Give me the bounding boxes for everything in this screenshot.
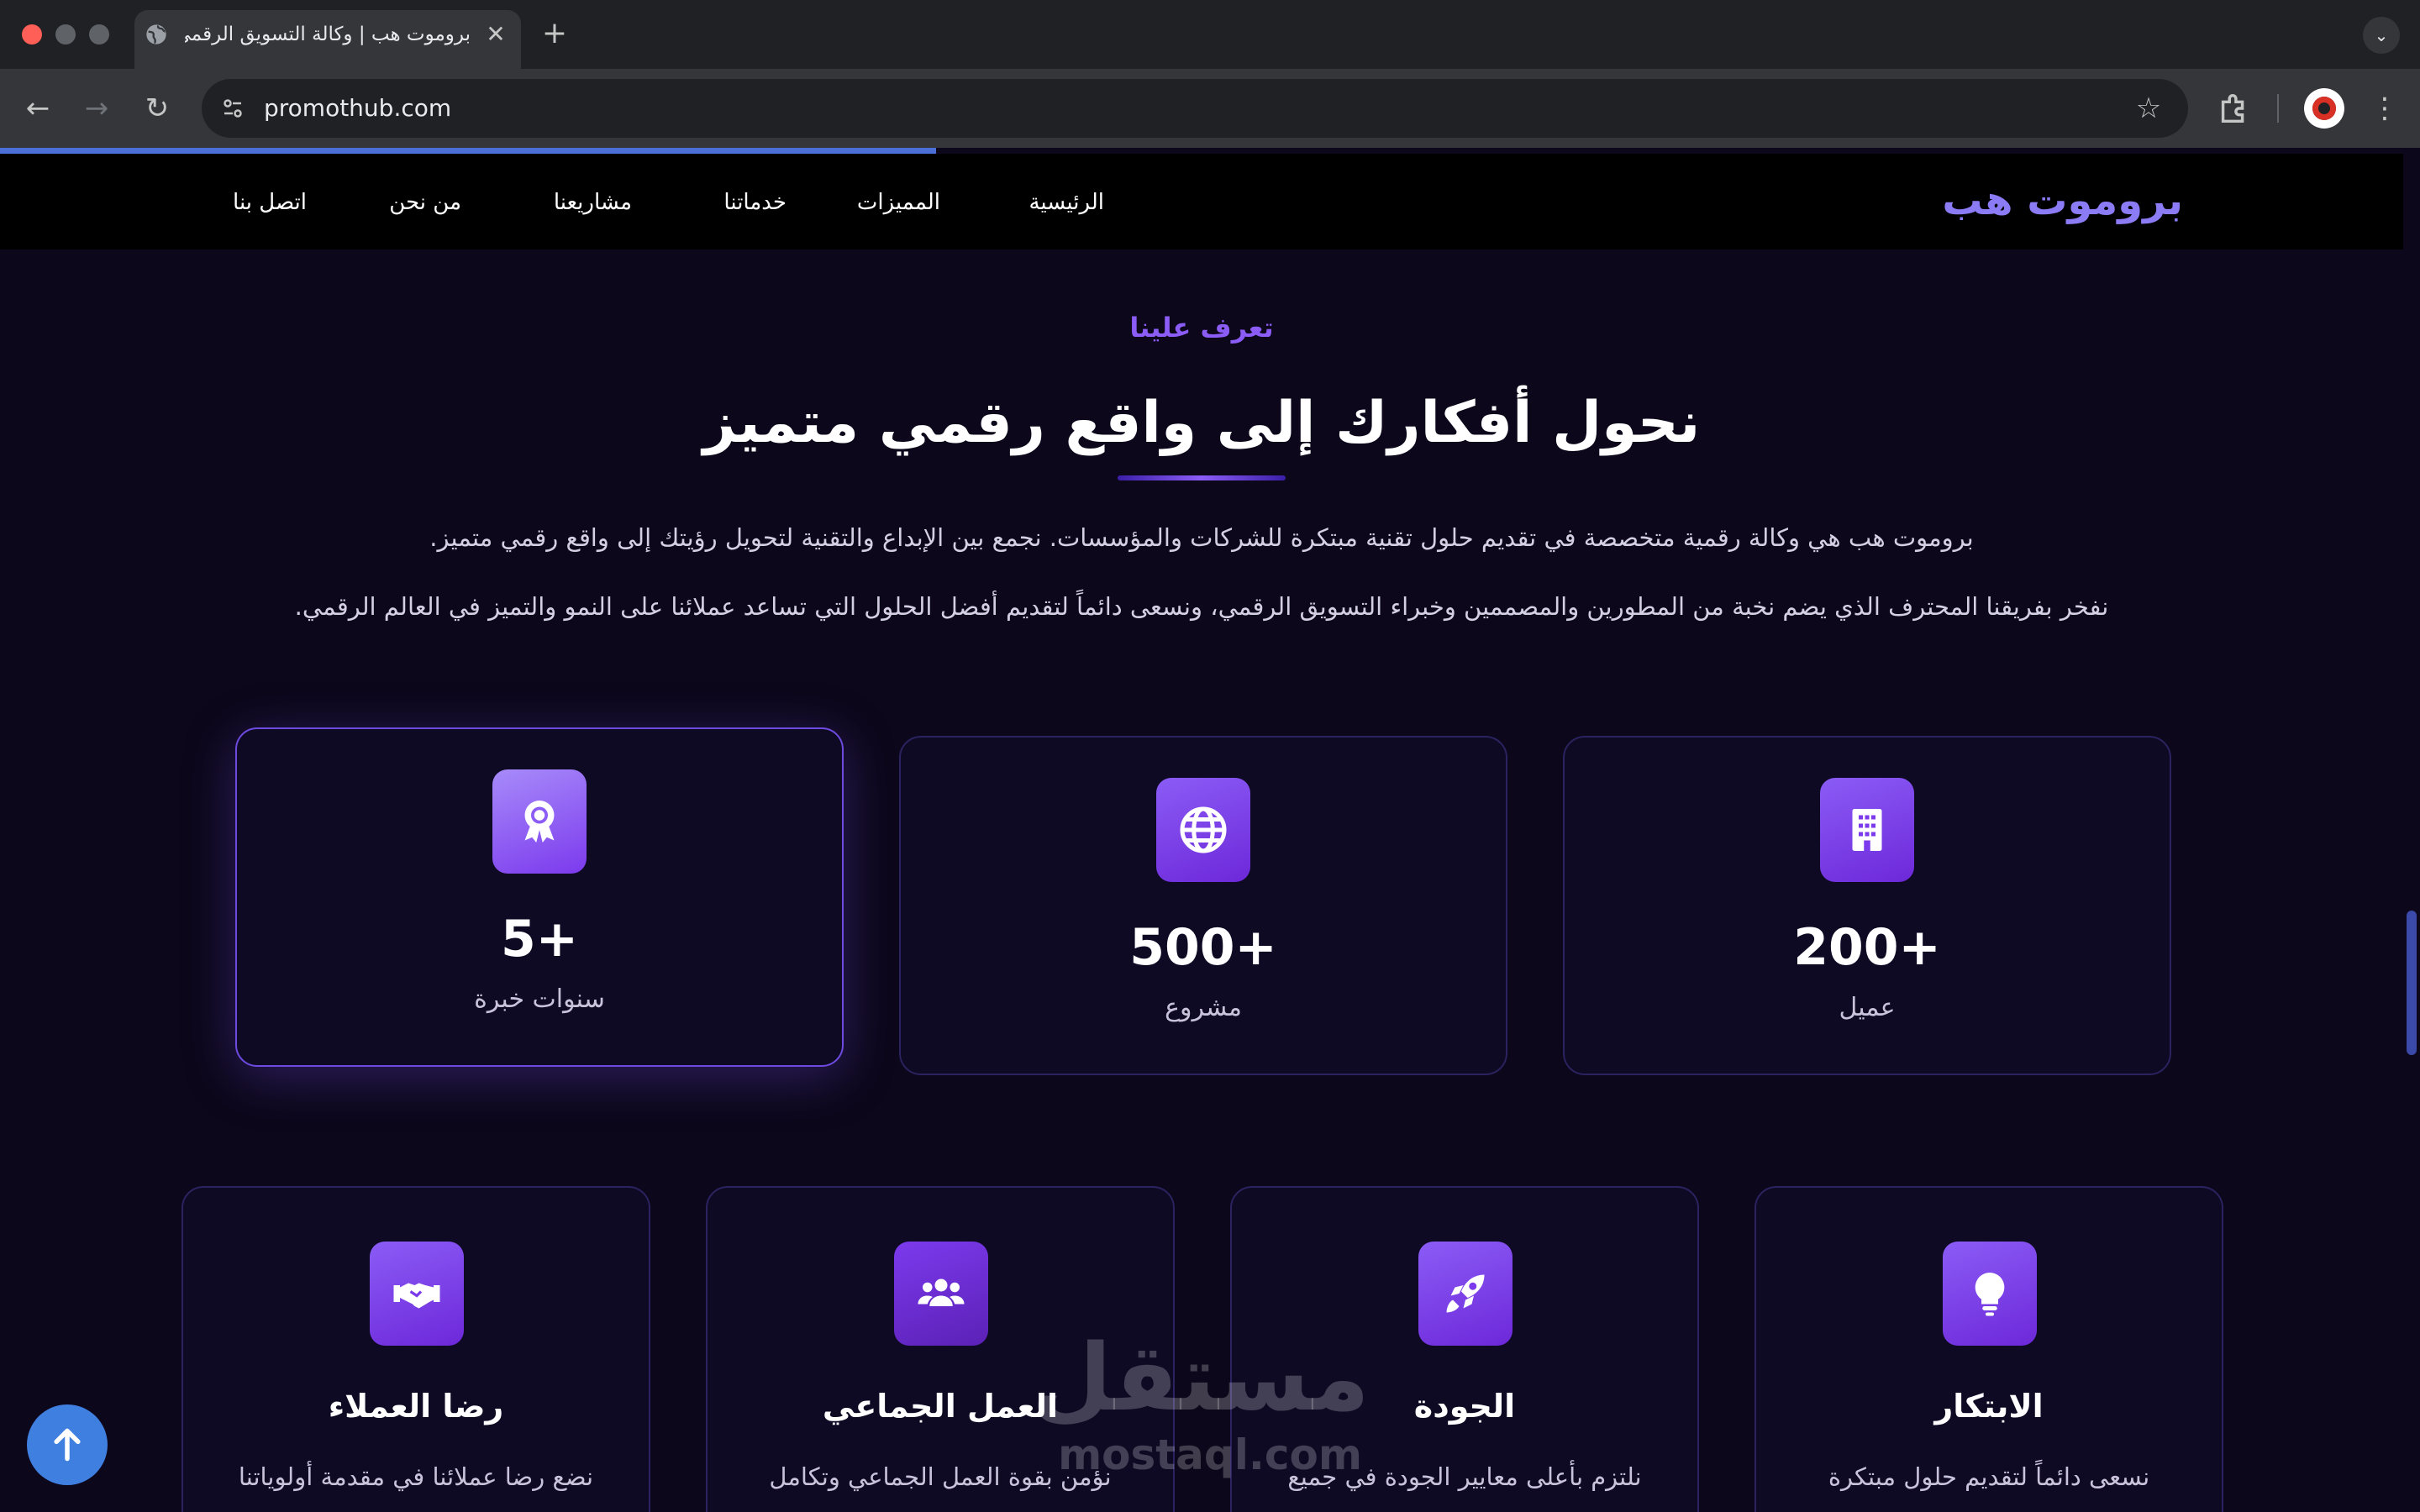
section-headline: نحول أفكارك إلى واقع رقمي متميز bbox=[702, 390, 1701, 456]
profile-icon[interactable] bbox=[2304, 88, 2344, 129]
nav-services[interactable]: خدماتنا bbox=[723, 186, 786, 219]
tab-close-button[interactable]: ✕ bbox=[482, 21, 509, 48]
globe-icon bbox=[1156, 778, 1250, 882]
value-card-innovation: الابتكار نسعى دائماً لتقديم حلول مبتكرة bbox=[1754, 1186, 2223, 1512]
page-scrollbar[interactable] bbox=[2403, 148, 2420, 1512]
value-title: الابتكار bbox=[1934, 1388, 2044, 1425]
tab-search-icon[interactable]: ⌄ bbox=[2363, 17, 2400, 54]
extensions-icon[interactable] bbox=[2215, 89, 2254, 128]
stat-card-years[interactable]: 5+ سنوات خبرة bbox=[235, 727, 844, 1067]
scroll-progress-bar bbox=[0, 148, 2403, 154]
watermark-arabic: مستقل bbox=[1031, 1324, 1370, 1431]
section-eyebrow: تعرف علينا bbox=[1129, 312, 1274, 344]
about-paragraph-1: بروموت هب هي وكالة رقمية متخصصة في تقديم… bbox=[429, 523, 1974, 552]
nav-features[interactable]: المميزات bbox=[857, 186, 940, 219]
site-info-icon[interactable] bbox=[215, 91, 250, 126]
stat-card-clients: 200+ عميل bbox=[1563, 736, 2171, 1075]
nav-contact[interactable]: اتصل بنا bbox=[233, 186, 307, 219]
mostaql-watermark: مستقل mostaql.com bbox=[1031, 1324, 1370, 1495]
stat-value: 500+ bbox=[1129, 918, 1277, 977]
headline-underline bbox=[1118, 475, 1286, 480]
window-minimize-button[interactable] bbox=[55, 24, 76, 45]
kebab-menu-icon[interactable]: ⋮ bbox=[2370, 89, 2400, 128]
page-viewport: بروموت هب الرئيسية المميزات خدماتنا مشار… bbox=[0, 148, 2420, 1512]
window-close-button[interactable] bbox=[22, 24, 42, 45]
value-description: نضع رضا عملائنا في مقدمة أولوياتنا bbox=[238, 1462, 594, 1491]
nav-home[interactable]: الرئيسية bbox=[1028, 186, 1104, 219]
globe-icon bbox=[146, 24, 166, 45]
value-card-satisfaction: رضا العملاء نضع رضا عملائنا في مقدمة أول… bbox=[182, 1186, 650, 1512]
tab-title: بروموت هب | وكالة التسويق الرقمي bbox=[185, 24, 471, 45]
value-title: رضا العملاء bbox=[328, 1388, 504, 1425]
stat-label: مشروع bbox=[1165, 993, 1242, 1022]
arrow-up-icon bbox=[54, 1428, 81, 1462]
award-icon bbox=[492, 769, 587, 874]
toolbar-separator bbox=[2277, 94, 2279, 123]
stat-label: عميل bbox=[1839, 993, 1896, 1022]
stat-label: سنوات خبرة bbox=[474, 984, 605, 1014]
new-tab-button[interactable]: + bbox=[539, 18, 570, 49]
brand-logo[interactable]: بروموت هب bbox=[1942, 174, 2183, 228]
forward-arrow-icon[interactable]: → bbox=[77, 89, 116, 128]
scrollbar-thumb[interactable] bbox=[2407, 911, 2417, 1055]
site-navbar: بروموت هب الرئيسية المميزات خدماتنا مشار… bbox=[0, 154, 2403, 249]
browser-tab-bar: بروموت هب | وكالة التسويق الرقمي ✕ + ⌄ bbox=[0, 0, 2420, 69]
back-to-top-button[interactable] bbox=[27, 1404, 108, 1485]
value-description: نسعى دائماً لتقديم حلول مبتكرة bbox=[1828, 1462, 2150, 1491]
watermark-latin: mostaql.com bbox=[1058, 1431, 1362, 1479]
lightbulb-icon bbox=[1943, 1242, 2037, 1346]
users-icon bbox=[894, 1242, 988, 1346]
stat-value: 5+ bbox=[500, 910, 579, 969]
scroll-progress-fill bbox=[0, 148, 936, 154]
nav-projects[interactable]: مشاريعنا bbox=[554, 186, 632, 219]
rocket-icon bbox=[1418, 1242, 1512, 1346]
stat-value: 200+ bbox=[1793, 918, 1941, 977]
star-icon[interactable]: ☆ bbox=[2129, 89, 2168, 128]
url-text[interactable]: promothub.com bbox=[264, 92, 451, 124]
handshake-icon bbox=[370, 1242, 464, 1346]
reload-icon[interactable]: ↻ bbox=[138, 89, 176, 128]
nav-about[interactable]: من نحن bbox=[389, 186, 461, 219]
back-arrow-icon[interactable]: ← bbox=[18, 89, 57, 128]
window-zoom-button[interactable] bbox=[89, 24, 109, 45]
stat-card-projects: 500+ مشروع bbox=[899, 736, 1507, 1075]
address-bar[interactable] bbox=[202, 79, 2188, 138]
building-icon bbox=[1820, 778, 1914, 882]
about-paragraph-2: نفخر بفريقنا المحترف الذي يضم نخبة من ال… bbox=[294, 592, 2109, 621]
